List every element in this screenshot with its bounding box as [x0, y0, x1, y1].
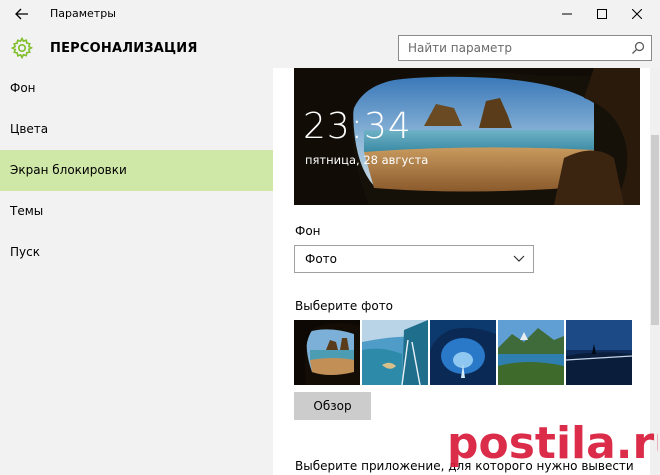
page-title: ПЕРСОНАЛИЗАЦИЯ — [50, 41, 198, 56]
maximize-icon — [596, 9, 607, 19]
search-icon[interactable] — [631, 41, 645, 55]
back-button[interactable] — [8, 2, 36, 26]
back-arrow-icon — [15, 8, 28, 20]
sidebar-item-colors[interactable]: Цвета — [0, 109, 273, 150]
photo-thumbnail-3[interactable] — [430, 320, 496, 385]
chevron-down-icon — [513, 255, 525, 262]
sidebar-item-label: Темы — [10, 204, 44, 218]
sidebar-item-label: Фон — [10, 81, 36, 95]
sidebar-item-background[interactable]: Фон — [0, 68, 273, 109]
sidebar-item-label: Цвета — [10, 122, 49, 136]
close-button[interactable] — [620, 0, 653, 28]
photo-thumbnail-1[interactable] — [294, 320, 360, 385]
photo-thumbnail-4[interactable] — [498, 320, 564, 385]
search-input[interactable]: Найти параметр — [398, 35, 652, 61]
photo-mountain-lake — [498, 320, 564, 385]
svg-text:postila.ru: postila.ru — [447, 418, 658, 469]
minimize-icon — [561, 13, 572, 15]
scrollbar-thumb[interactable] — [651, 135, 659, 325]
sidebar-item-label: Экран блокировки — [10, 163, 127, 177]
postila-watermark-logo: postila.ru — [447, 418, 658, 469]
photo-cave-beach — [294, 320, 360, 385]
sidebar-item-themes[interactable]: Темы — [0, 191, 273, 232]
background-label: Фон — [295, 224, 321, 238]
title-bar: Параметры — [0, 0, 660, 28]
lock-screen-time: 23:34 — [303, 106, 412, 147]
sidebar-item-start[interactable]: Пуск — [0, 232, 273, 273]
sidebar: Фон Цвета Экран блокировки Темы Пуск — [0, 68, 273, 475]
background-dropdown-value: Фото — [305, 252, 338, 266]
photo-night-horizon — [566, 320, 632, 385]
photo-thumbnail-2[interactable] — [362, 320, 428, 385]
maximize-button[interactable] — [585, 0, 618, 28]
photo-thumbnail-5[interactable] — [566, 320, 632, 385]
background-dropdown[interactable]: Фото — [294, 245, 534, 273]
browse-button[interactable]: Обзор — [294, 392, 371, 420]
minimize-button[interactable] — [550, 0, 583, 28]
gear-icon — [10, 36, 34, 60]
close-icon — [631, 9, 642, 19]
sidebar-item-label: Пуск — [10, 245, 40, 259]
window-title: Параметры — [50, 7, 116, 20]
search-placeholder: Найти параметр — [408, 41, 512, 55]
photo-ice-cave — [430, 320, 496, 385]
sidebar-item-lock-screen[interactable]: Экран блокировки — [0, 150, 273, 191]
choose-photo-label: Выберите фото — [295, 299, 394, 313]
page-header: ПЕРСОНАЛИЗАЦИЯ Найти параметр — [0, 28, 660, 68]
lock-screen-date: пятница, 28 августа — [305, 153, 429, 167]
photo-aerial-coast — [362, 320, 428, 385]
